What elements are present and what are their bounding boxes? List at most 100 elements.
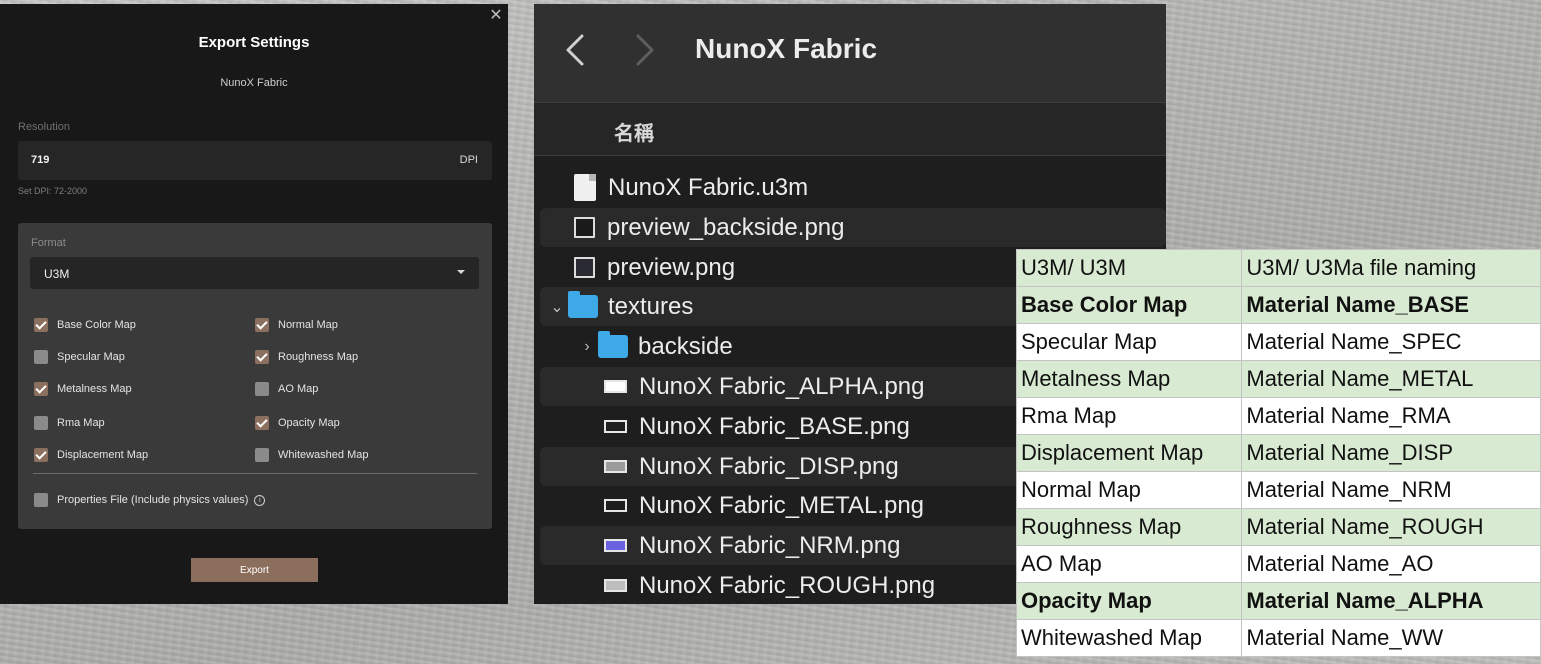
checkbox-label: Normal Map <box>278 319 338 331</box>
image-file-icon <box>604 420 627 433</box>
close-icon[interactable]: ✕ <box>488 8 504 24</box>
checkbox-properties-file[interactable]: Properties File (Include physics values)… <box>34 492 266 508</box>
naming-table: U3M/ U3M U3M/ U3Ma file naming Base Colo… <box>1015 249 1541 657</box>
table-row: Displacement Map Material Name_DISP <box>1015 434 1541 472</box>
table-header-cell: U3M/ U3M <box>1015 249 1243 287</box>
info-icon[interactable]: i <box>254 494 266 506</box>
checkbox-icon[interactable] <box>34 318 48 332</box>
file-row[interactable]: preview_backside.png <box>540 208 1166 247</box>
file-row[interactable]: NunoX Fabric.u3m <box>540 168 1166 207</box>
checkbox-label: AO Map <box>278 383 319 395</box>
resolution-unit: DPI <box>459 154 478 166</box>
table-cell: Material Name_NRM <box>1241 471 1541 509</box>
checkbox-metalness-map[interactable]: Metalness Map <box>34 381 132 397</box>
chevron-down-icon <box>457 270 465 274</box>
table-header-cell: U3M/ U3Ma file naming <box>1241 249 1541 287</box>
table-cell: Material Name_RMA <box>1241 397 1541 435</box>
forward-arrow-icon[interactable] <box>634 32 656 68</box>
checkbox-label: Rma Map <box>57 417 105 429</box>
checkbox-label: Opacity Map <box>278 417 340 429</box>
folder-icon <box>598 331 628 358</box>
image-file-icon <box>574 257 595 278</box>
checkbox-icon[interactable] <box>34 382 48 396</box>
table-cell: Material Name_METAL <box>1241 360 1541 398</box>
file-name: NunoX Fabric.u3m <box>608 173 809 201</box>
table-row: Whitewashed Map Material Name_WW <box>1015 619 1541 657</box>
divider <box>33 473 477 474</box>
resolution-input[interactable]: 719 DPI <box>18 141 492 180</box>
chevron-right-icon[interactable]: › <box>580 338 594 356</box>
checkbox-icon[interactable] <box>255 318 269 332</box>
checkbox-label: Roughness Map <box>278 351 359 363</box>
table-row: Base Color Map Material Name_BASE <box>1015 286 1541 324</box>
checkbox-rma-map[interactable]: Rma Map <box>34 415 105 431</box>
format-label: Format <box>31 237 66 249</box>
checkbox-icon[interactable] <box>255 416 269 430</box>
image-file-icon <box>604 539 627 552</box>
table-cell: Material Name_SPEC <box>1241 323 1541 361</box>
checkbox-label: Metalness Map <box>57 383 132 395</box>
resolution-value[interactable]: 719 <box>31 154 49 166</box>
format-panel: Format U3M Base Color Map Normal Map Spe… <box>18 223 492 529</box>
format-select[interactable]: U3M <box>30 257 479 289</box>
file-name: NunoX Fabric_NRM.png <box>639 531 901 559</box>
back-arrow-icon[interactable] <box>564 32 586 68</box>
table-header-row: U3M/ U3M U3M/ U3Ma file naming <box>1015 249 1541 287</box>
checkbox-opacity-map[interactable]: Opacity Map <box>255 415 340 431</box>
checkbox-icon[interactable] <box>34 350 48 364</box>
checkbox-specular-map[interactable]: Specular Map <box>34 349 125 365</box>
table-cell: Material Name_DISP <box>1241 434 1541 472</box>
table-cell: Material Name_ALPHA <box>1241 582 1541 620</box>
image-file-icon <box>604 579 627 592</box>
file-name: NunoX Fabric_DISP.png <box>639 452 899 480</box>
export-settings-dialog: ✕ Export Settings NunoX Fabric Resolutio… <box>0 4 508 604</box>
table-cell: Base Color Map <box>1015 286 1243 324</box>
table-cell: Roughness Map <box>1015 508 1243 546</box>
table-row: Rma Map Material Name_RMA <box>1015 397 1541 435</box>
checkbox-displacement-map[interactable]: Displacement Map <box>34 447 148 463</box>
table-cell: Normal Map <box>1015 471 1243 509</box>
table-row: Roughness Map Material Name_ROUGH <box>1015 508 1541 546</box>
table-cell: Whitewashed Map <box>1015 619 1243 657</box>
checkbox-label: Whitewashed Map <box>278 449 369 461</box>
chevron-down-icon[interactable]: ⌄ <box>550 297 564 317</box>
checkbox-icon[interactable] <box>255 350 269 364</box>
table-cell: AO Map <box>1015 545 1243 583</box>
image-file-icon <box>604 460 627 473</box>
resolution-hint: Set DPI: 72-2000 <box>18 186 88 196</box>
checkbox-roughness-map[interactable]: Roughness Map <box>255 349 358 365</box>
checkbox-icon[interactable] <box>255 382 269 396</box>
checkbox-icon[interactable] <box>34 416 48 430</box>
dialog-subtitle: NunoX Fabric <box>220 77 288 89</box>
table-row: Opacity Map Material Name_ALPHA <box>1015 582 1541 620</box>
column-header-label: 名稱 <box>614 121 654 145</box>
checkbox-ao-map[interactable]: AO Map <box>255 381 318 397</box>
checkbox-normal-map[interactable]: Normal Map <box>255 317 338 333</box>
export-button[interactable]: Export <box>191 558 318 582</box>
checkbox-label: Base Color Map <box>57 319 136 331</box>
checkbox-icon[interactable] <box>34 493 48 507</box>
folder-name: textures <box>608 292 694 320</box>
folder-name: backside <box>638 332 733 360</box>
table-cell: Opacity Map <box>1015 582 1243 620</box>
checkbox-whitewashed-map[interactable]: Whitewashed Map <box>255 447 369 463</box>
table-cell: Material Name_ROUGH <box>1241 508 1541 546</box>
column-header-name[interactable]: 名稱 <box>534 103 1166 156</box>
table-row: Metalness Map Material Name_METAL <box>1015 360 1541 398</box>
file-name: NunoX Fabric_ALPHA.png <box>639 372 925 400</box>
dialog-title: Export Settings <box>198 34 310 51</box>
file-name: preview_backside.png <box>607 213 845 241</box>
checkbox-base-color-map[interactable]: Base Color Map <box>34 317 136 333</box>
table-cell: Displacement Map <box>1015 434 1243 472</box>
file-name: preview.png <box>607 253 736 281</box>
checkbox-label: Specular Map <box>57 351 125 363</box>
table-cell: Material Name_BASE <box>1241 286 1541 324</box>
image-file-icon <box>574 217 595 238</box>
folder-icon <box>568 291 598 318</box>
file-name: NunoX Fabric_ROUGH.png <box>639 571 936 599</box>
checkbox-icon[interactable] <box>34 448 48 462</box>
image-file-icon <box>604 499 627 512</box>
table-cell: Rma Map <box>1015 397 1243 435</box>
checkbox-icon[interactable] <box>255 448 269 462</box>
image-file-icon <box>604 380 627 393</box>
